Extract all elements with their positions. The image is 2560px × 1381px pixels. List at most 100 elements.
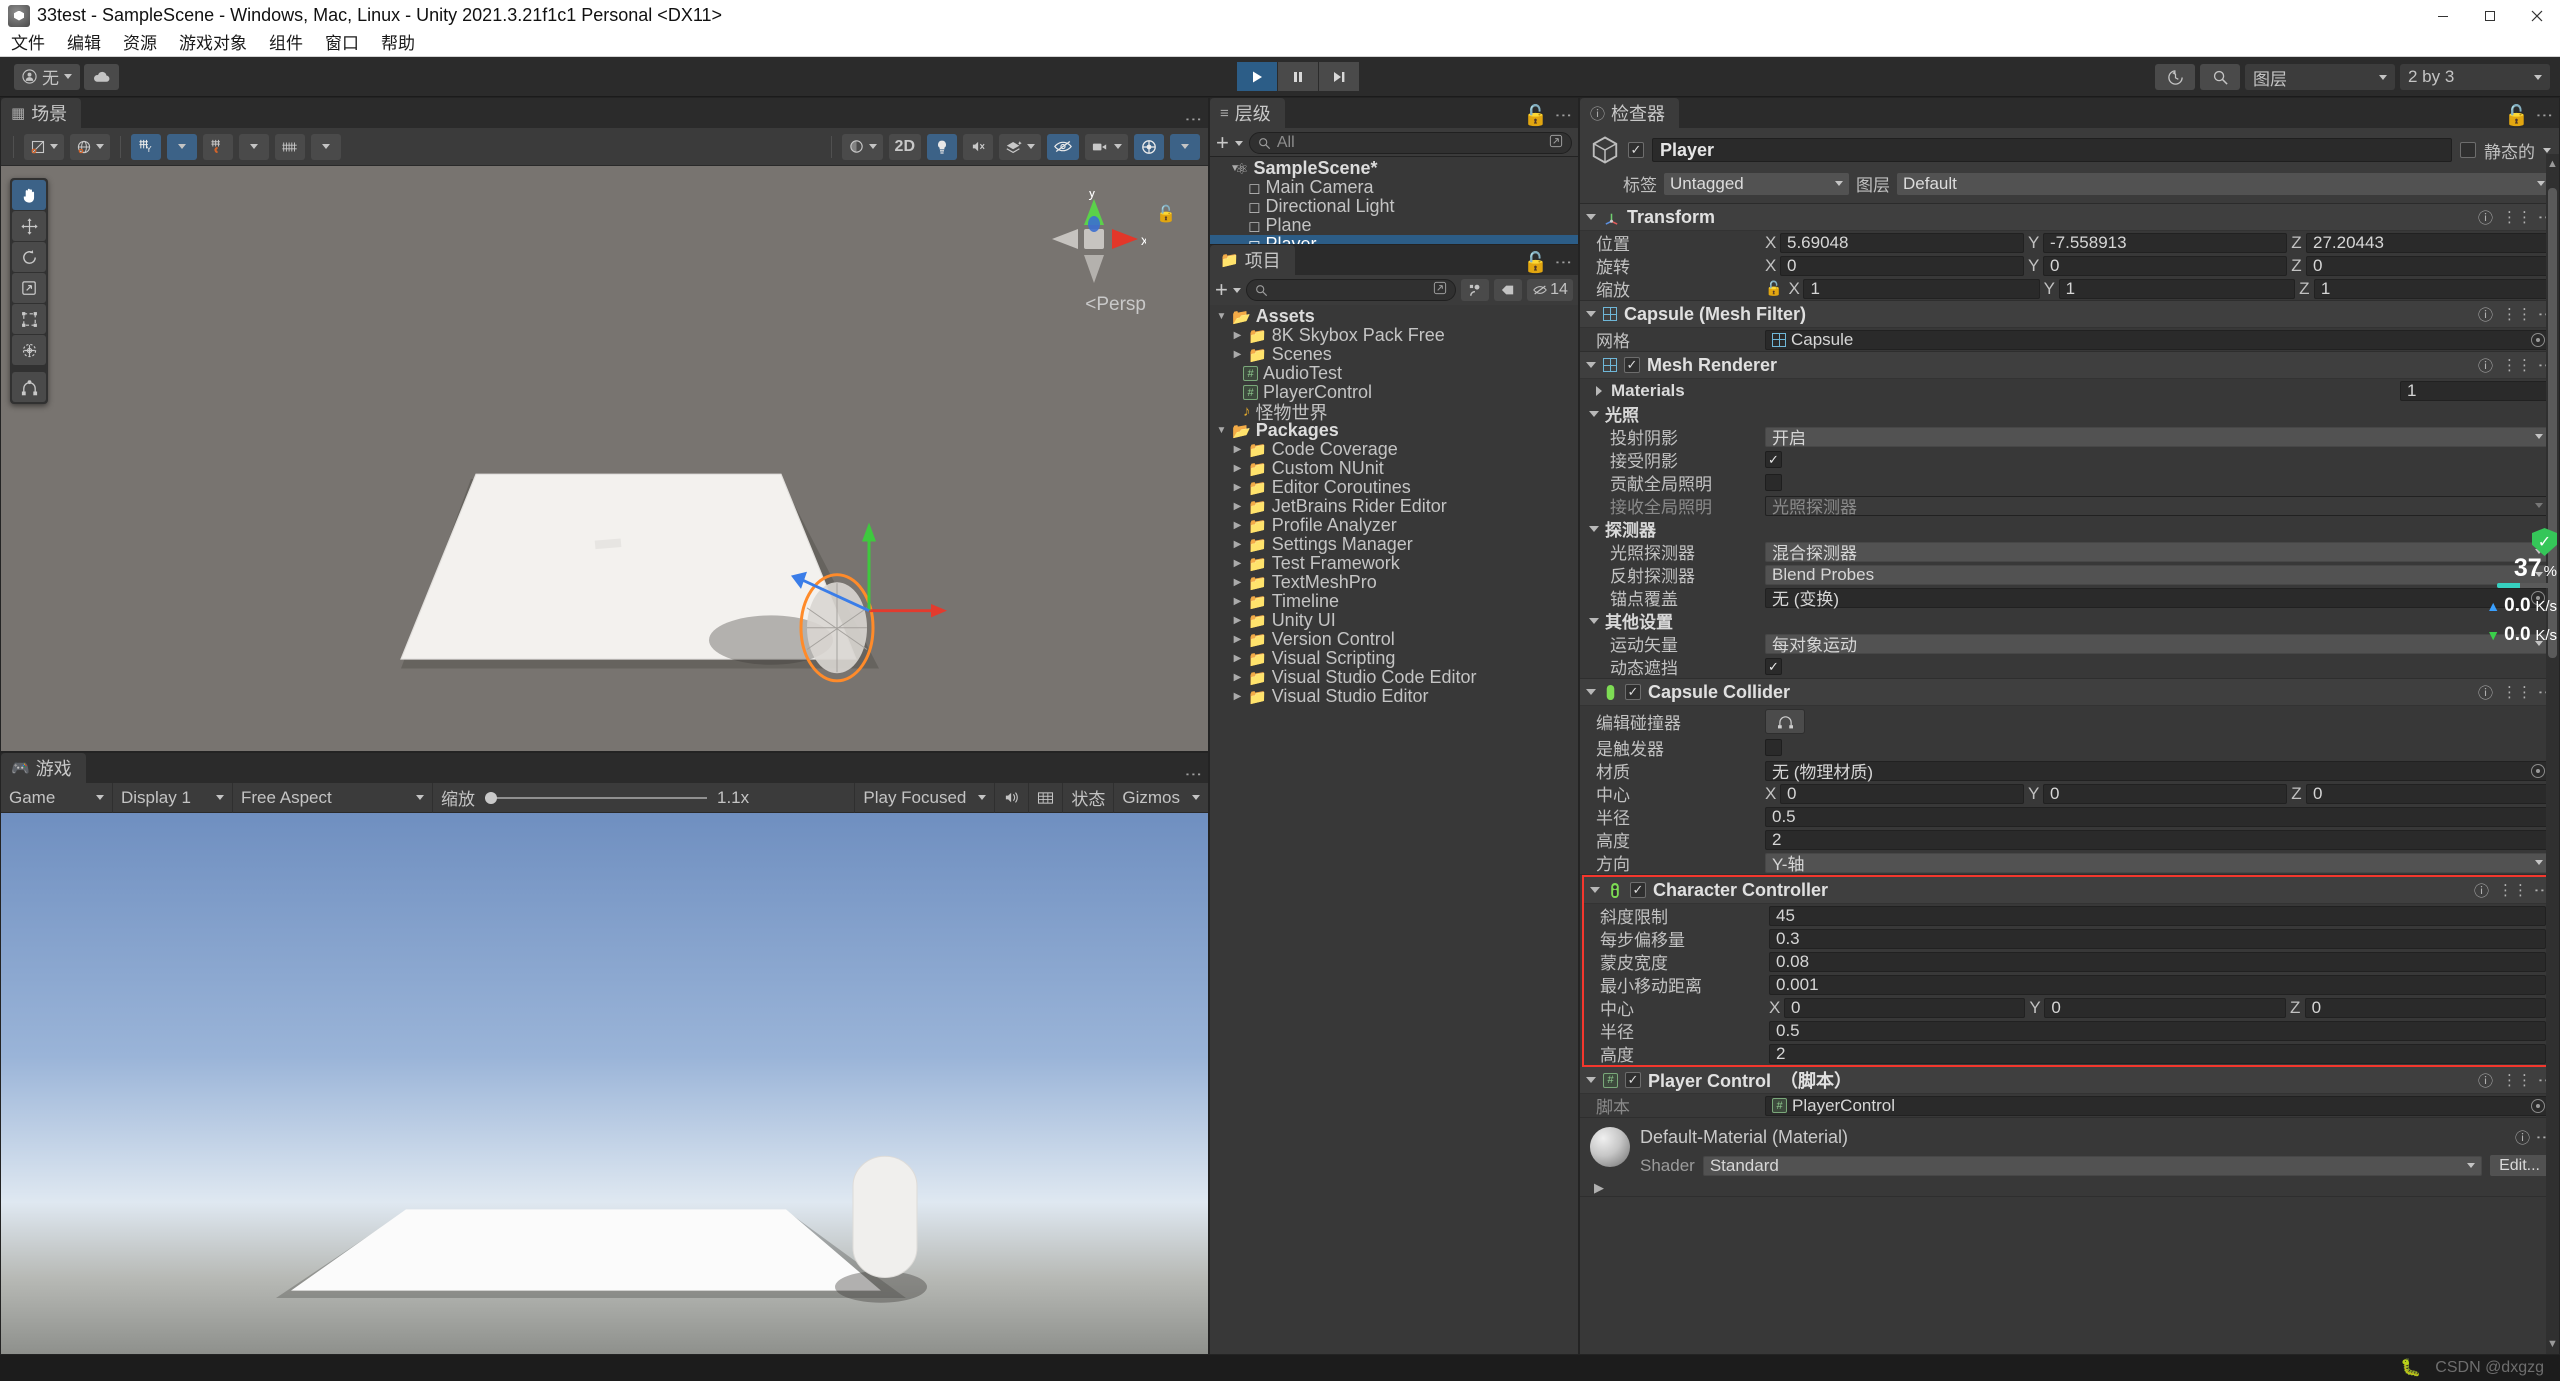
scene-projection-label[interactable]: <Persp bbox=[1085, 294, 1146, 316]
preset-icon[interactable]: ⋮⋮ bbox=[2502, 683, 2532, 701]
scale-y[interactable]: Y1 bbox=[2044, 278, 2295, 299]
scene-viewport[interactable]: y x 🔓 <Persp bbox=[1, 166, 1208, 751]
rotation-x-field[interactable]: 0 bbox=[1780, 255, 2024, 276]
project-kebab-icon[interactable]: ⋮ bbox=[1554, 254, 1573, 271]
project-filter-label-button[interactable] bbox=[1494, 279, 1522, 301]
collider-center-y-field[interactable]: 0 bbox=[2043, 783, 2287, 804]
hierarchy-search-expand-icon[interactable] bbox=[1549, 134, 1563, 153]
menu-component[interactable]: 组件 bbox=[258, 31, 314, 57]
collider-center-y[interactable]: Y0 bbox=[2028, 783, 2287, 804]
mesh-renderer-enabled-checkbox[interactable]: ✓ bbox=[1624, 357, 1640, 373]
scale-z-field[interactable]: 1 bbox=[2313, 278, 2550, 299]
chevron-down-icon[interactable] bbox=[1232, 287, 1241, 293]
chevron-right-icon[interactable]: ▶ bbox=[1232, 330, 1243, 341]
rotation-z-field[interactable]: 0 bbox=[2306, 255, 2550, 276]
pause-button[interactable] bbox=[1278, 62, 1318, 91]
material-expand-arrow[interactable]: ▶ bbox=[1580, 1180, 2559, 1196]
light-probes-dropdown[interactable]: 混合探测器 bbox=[1765, 541, 2550, 563]
tab-scene[interactable]: ▦ 场景 bbox=[1, 98, 82, 128]
tab-hierarchy[interactable]: ≡ 层级 bbox=[1210, 98, 1285, 128]
project-item-packages[interactable]: ▼ 📂 Packages bbox=[1210, 420, 1578, 440]
static-checkbox[interactable] bbox=[2460, 142, 2476, 158]
pivot-mode-button[interactable] bbox=[24, 133, 64, 160]
project-item-editor-coroutines[interactable]: ▶ 📁 Editor Coroutines bbox=[1210, 477, 1578, 497]
hierarchy-add-button[interactable]: + bbox=[1216, 132, 1229, 154]
project-item-timeline[interactable]: ▶ 📁 Timeline bbox=[1210, 591, 1578, 611]
chevron-down-icon[interactable] bbox=[1586, 311, 1596, 317]
chevron-right-icon[interactable]: ▶ bbox=[1232, 349, 1243, 360]
close-button[interactable] bbox=[2513, 0, 2560, 31]
vertex-snap-dropdown[interactable] bbox=[239, 133, 269, 160]
chevron-right-icon[interactable]: ▶ bbox=[1232, 558, 1243, 569]
is-trigger-checkbox[interactable] bbox=[1765, 739, 1782, 756]
scale-x-field[interactable]: 1 bbox=[1803, 278, 2040, 299]
project-item-vscode-editor[interactable]: ▶ 📁 Visual Studio Code Editor bbox=[1210, 667, 1578, 687]
project-item-assets[interactable]: ▼ 📂 Assets bbox=[1210, 306, 1578, 326]
project-item-test-framework[interactable]: ▶ 📁 Test Framework bbox=[1210, 553, 1578, 573]
mesh-filter-header[interactable]: Capsule (Mesh Filter) ⓘ ⋮⋮ ⋮ bbox=[1580, 301, 2559, 328]
game-viewport[interactable] bbox=[1, 813, 1208, 1354]
hierarchy-search-input[interactable]: All bbox=[1248, 132, 1572, 154]
bug-icon[interactable]: 🐛 bbox=[2400, 1358, 2421, 1378]
help-icon[interactable]: ⓘ bbox=[2478, 1070, 2493, 1091]
project-item-profile-analyzer[interactable]: ▶ 📁 Profile Analyzer bbox=[1210, 515, 1578, 535]
gizmo-lock-icon[interactable]: 🔓 bbox=[1156, 204, 1176, 224]
collider-center-z[interactable]: Z0 bbox=[2291, 783, 2550, 804]
play-button[interactable] bbox=[1237, 62, 1277, 91]
project-item-scenes[interactable]: ▶ 📁 Scenes bbox=[1210, 344, 1578, 364]
chevron-right-icon[interactable]: ▶ bbox=[1232, 691, 1243, 702]
chevron-right-icon[interactable]: ▶ bbox=[1232, 615, 1243, 626]
scroll-up-arrow[interactable]: ▲ bbox=[2547, 158, 2558, 170]
project-item-audiotest[interactable]: # AudioTest bbox=[1210, 363, 1578, 383]
vertex-snap-button[interactable] bbox=[203, 133, 233, 160]
layout-dropdown[interactable]: 2 by 3 bbox=[2400, 64, 2550, 90]
grid-visibility-button[interactable] bbox=[275, 133, 305, 160]
project-item-rider-editor[interactable]: ▶ 📁 JetBrains Rider Editor bbox=[1210, 496, 1578, 516]
game-stats-button[interactable]: 状态 bbox=[1063, 782, 1115, 813]
game-aspect-dropdown[interactable]: Free Aspect bbox=[233, 782, 433, 813]
layers-dropdown[interactable]: 图层 bbox=[2245, 64, 2395, 90]
chevron-down-icon[interactable]: ▼ bbox=[1216, 311, 1227, 322]
cast-shadows-dropdown[interactable]: 开启 bbox=[1765, 426, 2550, 448]
cloud-button[interactable] bbox=[84, 63, 119, 90]
chevron-down-icon[interactable] bbox=[1586, 689, 1596, 695]
preset-icon[interactable]: ⋮⋮ bbox=[2502, 1071, 2532, 1089]
materials-count-field[interactable]: 1 bbox=[2400, 380, 2550, 401]
step-offset-field[interactable]: 0.3 bbox=[1769, 928, 2546, 949]
game-gizmos-button[interactable]: Gizmos bbox=[1114, 783, 1208, 813]
step-button[interactable] bbox=[1319, 62, 1359, 91]
scene-lighting-button[interactable] bbox=[927, 133, 957, 160]
gizmos-toggle-button[interactable] bbox=[1134, 133, 1164, 160]
object-enabled-checkbox[interactable]: ✓ bbox=[1628, 142, 1644, 158]
project-item-code-coverage[interactable]: ▶ 📁 Code Coverage bbox=[1210, 439, 1578, 459]
game-scale-slider[interactable] bbox=[485, 791, 707, 804]
inspector-scrollbar[interactable]: ▲ ▼ bbox=[2546, 154, 2559, 1354]
dynamic-occlusion-checkbox[interactable]: ✓ bbox=[1765, 658, 1782, 675]
toolbar-search-button[interactable] bbox=[2200, 64, 2240, 90]
inspector-scroll-thumb[interactable] bbox=[2548, 188, 2557, 658]
inspector-lock-icon[interactable]: 🔓 bbox=[2504, 103, 2529, 128]
inspector-kebab-icon[interactable]: ⋮ bbox=[2535, 107, 2554, 124]
hierarchy-lock-icon[interactable]: 🔓 bbox=[1523, 103, 1548, 128]
grid-visibility-dropdown[interactable] bbox=[311, 133, 341, 160]
chevron-right-icon[interactable]: ▶ bbox=[1232, 501, 1243, 512]
scene-kebab-icon[interactable]: ⋮ bbox=[1184, 111, 1203, 128]
shader-dropdown[interactable]: Standard bbox=[1702, 1155, 2483, 1176]
hierarchy-item-plane[interactable]: ◻ Plane bbox=[1210, 215, 1578, 235]
cc-center-z[interactable]: Z0 bbox=[2290, 997, 2546, 1018]
reflection-probes-dropdown[interactable]: Blend Probes bbox=[1765, 564, 2550, 585]
game-target-dropdown[interactable]: Game bbox=[1, 782, 113, 813]
chevron-right-icon[interactable]: ▶ bbox=[1232, 520, 1243, 531]
scene-orientation-gizmo[interactable]: y x bbox=[1046, 191, 1146, 291]
preset-icon[interactable]: ⋮⋮ bbox=[2502, 208, 2532, 226]
chevron-right-icon[interactable]: ▶ bbox=[1232, 577, 1243, 588]
menu-gameobject[interactable]: 游戏对象 bbox=[168, 31, 258, 57]
menu-assets[interactable]: 资源 bbox=[112, 31, 168, 57]
scale-z[interactable]: Z1 bbox=[2299, 278, 2550, 299]
position-y-field[interactable]: -7.558913 bbox=[2043, 232, 2287, 253]
project-item-version-control[interactable]: ▶ 📁 Version Control bbox=[1210, 629, 1578, 649]
collider-material-field[interactable]: 无 (物理材质) bbox=[1765, 760, 2550, 782]
cc-center-z-field[interactable]: 0 bbox=[2304, 997, 2546, 1018]
menu-file[interactable]: 文件 bbox=[0, 31, 56, 57]
project-search-input[interactable] bbox=[1245, 279, 1456, 301]
